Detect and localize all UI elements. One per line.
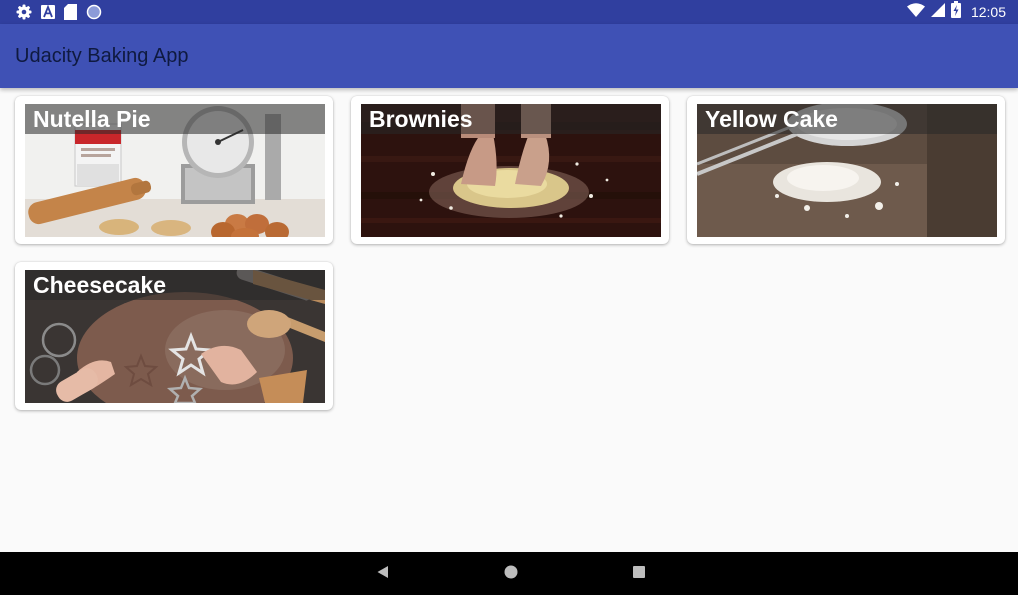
recents-button[interactable] [629,564,649,584]
status-clock: 12:05 [970,4,1006,20]
sd-card-icon [64,4,77,20]
home-button[interactable] [501,564,521,584]
wifi-icon [906,2,925,22]
gear-icon [16,4,32,20]
battery-charging-icon [950,1,961,23]
recipe-grid: Nutella Pie Brownies Yellow Cake Cheesec… [0,88,1018,552]
recipe-card-cheesecake[interactable]: Cheesecake [15,262,333,410]
navigation-bar [0,552,1018,595]
app-bar: Udacity Baking App [0,24,1018,88]
signal-icon [930,2,945,22]
back-icon [376,565,390,584]
recipe-name: Yellow Cake [705,106,838,132]
recipe-card-yellow-cake[interactable]: Yellow Cake [687,96,1005,244]
recipe-name: Cheesecake [33,272,166,298]
status-notification-icons [16,3,102,21]
recipe-card-nutella-pie[interactable]: Nutella Pie [15,96,333,244]
app-title: Udacity Baking App [15,45,189,67]
recipe-name: Nutella Pie [33,106,151,132]
recipe-card-brownies[interactable]: Brownies [351,96,669,244]
status-bar: 12:05 [0,0,1018,24]
back-button[interactable] [373,564,393,584]
circle-icon [86,4,102,20]
status-system-icons: 12:05 [906,1,1006,23]
recipe-name: Brownies [369,106,473,132]
recents-icon [632,565,646,584]
home-icon [503,564,519,585]
flour-sifter-photo: Yellow Cake [697,104,997,237]
cookie-cutters-dough-photo: Cheesecake [25,270,325,403]
kitchen-scale-rolling-pin-photo: Nutella Pie [25,104,325,237]
hands-kneading-dough-photo: Brownies [361,104,661,237]
font-a-icon [41,5,55,19]
